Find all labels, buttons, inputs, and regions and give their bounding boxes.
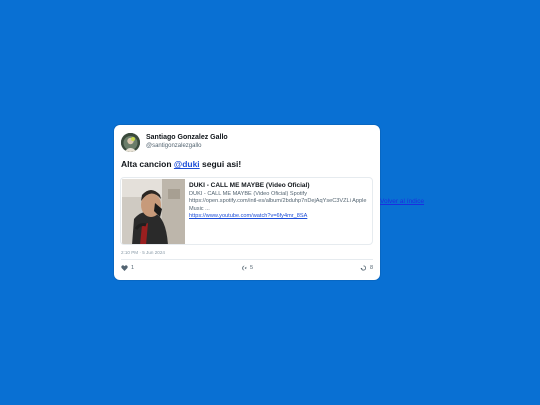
link-preview-body: DUKI - CALL ME MAYBE (Video Oficial) DUK… <box>189 182 369 221</box>
reply-count: 5 <box>250 265 254 271</box>
mention-link[interactable]: @duki <box>174 159 200 169</box>
retweet-icon <box>360 265 366 271</box>
like-button[interactable]: 1 <box>121 265 134 271</box>
like-count: 1 <box>131 265 135 271</box>
tweet-card: Santiago Gonzalez Gallo @santigonzalezga… <box>114 125 380 280</box>
tweet-actions: 1 5 8 <box>121 265 373 275</box>
divider <box>121 259 373 260</box>
tweet-text-after: segui asi! <box>199 159 242 169</box>
back-to-index-link[interactable]: Volver al índice <box>380 198 424 205</box>
link-preview-description: DUKI - CALL ME MAYBE (Video Oficial) Spo… <box>189 190 367 212</box>
heart-icon <box>121 265 128 271</box>
tweet-header: Santiago Gonzalez Gallo @santigonzalezga… <box>121 132 228 152</box>
reply-icon <box>242 265 247 271</box>
link-preview-title[interactable]: DUKI - CALL ME MAYBE (Video Oficial) <box>189 182 369 190</box>
link-preview-card[interactable]: DUKI - CALL ME MAYBE (Video Oficial) DUK… <box>120 177 373 245</box>
tweet-text-before: Alta cancion <box>121 159 174 169</box>
author-handle[interactable]: @santigonzalezgallo <box>146 142 228 151</box>
reply-button[interactable]: 5 <box>241 265 253 271</box>
avatar[interactable] <box>121 132 140 152</box>
author-block: Santiago Gonzalez Gallo @santigonzalezga… <box>146 133 228 151</box>
retweet-count: 8 <box>369 265 373 271</box>
video-thumbnail[interactable] <box>122 179 185 244</box>
link-preview-url[interactable]: https://www.youtube.com/watch?v=6fy4mr_8… <box>189 213 369 221</box>
retweet-button[interactable]: 8 <box>360 265 373 271</box>
tweet-text: Alta cancion @duki segui asi! <box>121 159 241 169</box>
author-display-name[interactable]: Santiago Gonzalez Gallo <box>146 133 228 142</box>
tweet-timestamp[interactable]: 2:10 PM · 5 Jun 2024 <box>121 250 165 255</box>
